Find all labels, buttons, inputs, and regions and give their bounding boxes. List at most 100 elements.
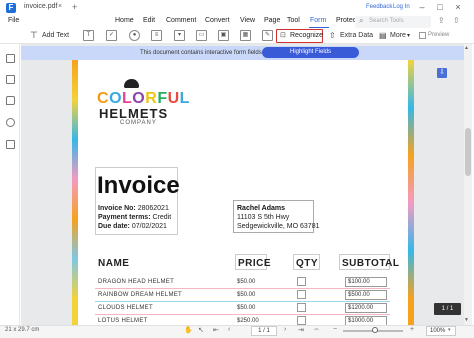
active-menu-indicator — [309, 27, 329, 28]
vertical-scrollbar[interactable] — [464, 44, 472, 325]
comments-icon[interactable] — [6, 96, 15, 105]
first-page-icon[interactable]: ⇤ — [213, 326, 219, 334]
item-price: $50.00 — [237, 305, 256, 311]
scroll-down-icon[interactable]: ▼ — [464, 317, 469, 323]
left-sidebar — [0, 44, 20, 325]
row-divider — [95, 301, 390, 302]
column-name: NAME — [98, 258, 130, 269]
item-name: CLOUDS HELMET — [98, 305, 153, 311]
search-panel-icon[interactable] — [6, 140, 15, 149]
file-name-tab[interactable]: invoice.pdf — [24, 3, 57, 10]
zoom-in-icon[interactable]: + — [410, 326, 414, 333]
login-link[interactable]: Log In — [393, 4, 410, 10]
helmet-logo-icon — [124, 79, 139, 88]
recognize-label: Recognize — [290, 32, 324, 39]
feedback-link[interactable]: Feedback — [366, 4, 392, 10]
extra-data-button[interactable]: Extra Data — [340, 30, 373, 42]
zoom-level-select[interactable]: 100% — [426, 326, 456, 336]
previous-page-icon[interactable]: ‹ — [228, 326, 230, 333]
select-tool-icon[interactable]: ↖ — [198, 326, 204, 334]
item-price: $50.00 — [237, 292, 256, 298]
text-field-icon[interactable]: T — [83, 30, 94, 41]
share-icon[interactable]: ⇪ — [438, 16, 445, 25]
bill-to-name: Rachel Adams — [237, 205, 285, 212]
logo-helmets: HELMETS — [99, 106, 169, 121]
subtotal-field[interactable]: $1200.00 — [345, 303, 387, 313]
subtotal-field[interactable]: $500.00 — [345, 290, 387, 300]
combo-box-icon[interactable]: ▾ — [174, 30, 185, 41]
date-field-icon[interactable]: ▦ — [240, 30, 251, 41]
preview-label: Preview — [428, 32, 450, 38]
logo-letter: O — [109, 90, 123, 107]
menu-comment[interactable]: Comment — [166, 17, 196, 24]
new-tab-icon[interactable]: + — [72, 2, 77, 12]
logo-colorful: COLORFUL — [97, 90, 190, 107]
qty-field[interactable] — [297, 277, 306, 286]
qty-field[interactable] — [297, 303, 306, 312]
extra-data-icon: ⇧ — [329, 31, 336, 40]
maximize-icon[interactable]: □ — [434, 2, 446, 13]
image-field-icon[interactable]: ▣ — [218, 30, 229, 41]
upload-icon[interactable]: ⇧ — [453, 16, 460, 25]
highlight-fields-button[interactable]: Highlight Fields — [262, 47, 359, 58]
menu-tool[interactable]: Tool — [287, 17, 300, 24]
bill-to-address-line2: Sedgewickville, MO 63781 — [237, 223, 320, 230]
logo-letter: U — [167, 90, 180, 107]
scrollbar-thumb[interactable] — [465, 128, 471, 176]
app-logo-icon: F — [6, 3, 16, 13]
last-page-icon[interactable]: ⇥ — [298, 326, 304, 334]
menu-edit[interactable]: Edit — [143, 17, 155, 24]
checkbox-tool-icon[interactable]: ✓ — [106, 30, 117, 41]
properties-panel-icon[interactable]: ⇩ — [437, 68, 447, 78]
page-dimensions: 21 x 29.7 cm — [5, 327, 40, 333]
menu-home[interactable]: Home — [115, 17, 134, 24]
zoom-slider-handle[interactable] — [372, 327, 378, 333]
subtotal-field[interactable]: $100.00 — [345, 277, 387, 287]
qty-field[interactable] — [297, 290, 306, 299]
row-divider — [95, 314, 390, 315]
radio-tool-icon[interactable]: ● — [129, 30, 140, 41]
more-chevron-icon: ▾ — [407, 33, 411, 39]
bookmarks-icon[interactable] — [6, 75, 15, 84]
logo-letter: F — [157, 90, 168, 107]
scroll-up-icon[interactable]: ▲ — [464, 45, 469, 51]
more-button[interactable]: More — [390, 30, 406, 42]
hand-tool-icon[interactable]: ✋ — [184, 326, 193, 334]
thumbnails-icon[interactable] — [6, 54, 15, 63]
preview-checkbox[interactable] — [419, 32, 426, 39]
column-qty: QTY — [296, 258, 319, 269]
form-notice-text: This document contains interactive form … — [140, 50, 264, 56]
menu-page[interactable]: Page — [264, 17, 280, 24]
menu-file[interactable]: File — [8, 17, 19, 24]
fit-width-icon[interactable]: ⇔ — [313, 326, 320, 333]
next-page-icon[interactable]: › — [284, 326, 286, 333]
bill-to-address-line1: 11103 S 5th Hwy — [237, 214, 290, 221]
attachments-icon[interactable] — [6, 118, 15, 127]
item-name: DRAGON HEAD HELMET — [98, 279, 175, 285]
close-window-icon[interactable]: × — [452, 2, 464, 13]
search-icon: ⌕ — [359, 16, 364, 25]
logo-company: COMPANY — [120, 120, 157, 126]
zoom-dropdown-icon[interactable]: ▾ — [448, 327, 451, 333]
menu-view[interactable]: View — [240, 17, 255, 24]
item-name: RAINBOW DREAM HELMET — [98, 292, 183, 298]
button-tool-icon[interactable]: ▭ — [196, 30, 207, 41]
logo-letter: C — [97, 90, 110, 107]
minimize-icon[interactable]: – — [416, 2, 428, 13]
logo-letter: L — [122, 90, 133, 107]
menu-convert[interactable]: Convert — [205, 17, 230, 24]
list-box-icon[interactable]: ≡ — [151, 30, 162, 41]
page-border-right — [408, 60, 414, 325]
signature-field-icon[interactable]: ✎ — [262, 30, 273, 41]
qty-field[interactable] — [297, 316, 306, 325]
close-tab-icon[interactable]: × — [58, 3, 62, 10]
logo-letter: O — [132, 90, 146, 107]
add-text-button[interactable]: Add Text — [42, 30, 69, 42]
zoom-out-icon[interactable]: − — [333, 326, 337, 333]
page-number-input[interactable]: 1 / 1 — [251, 326, 277, 336]
menu-form[interactable]: Form — [310, 17, 326, 24]
search-placeholder: Search Tools — [369, 18, 404, 24]
item-price: $250.00 — [237, 318, 259, 324]
item-price: $50.00 — [237, 279, 256, 285]
invoice-title: Invoice — [97, 172, 180, 199]
